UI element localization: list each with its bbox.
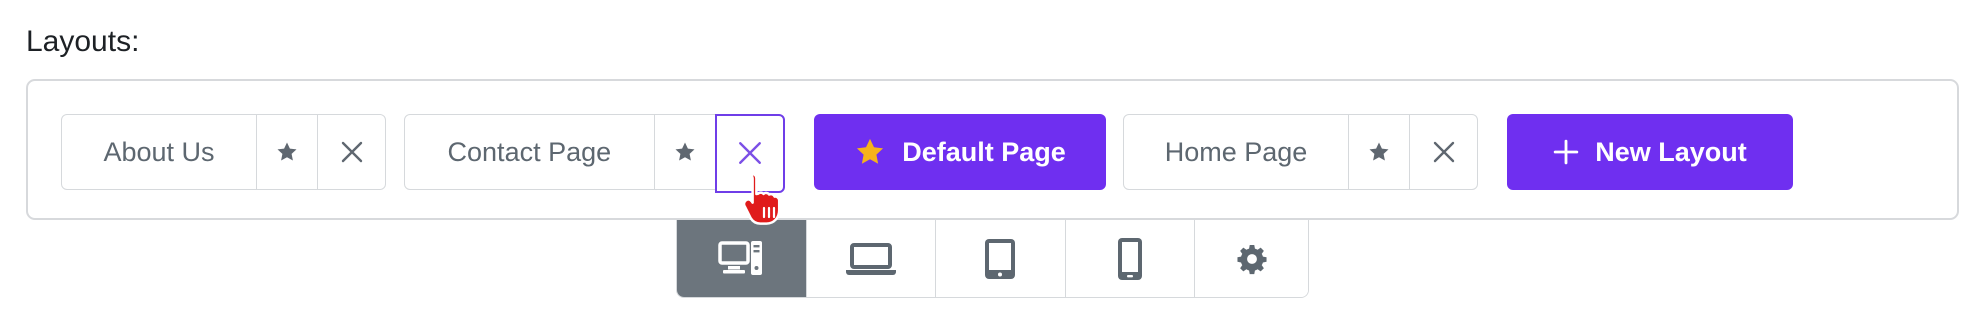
star-icon	[277, 142, 297, 161]
layout-name-button[interactable]: About Us	[62, 115, 257, 189]
close-icon	[1433, 141, 1454, 163]
close-icon	[738, 142, 761, 164]
layouts-heading: Layouts:	[26, 25, 140, 58]
set-default-button[interactable]	[257, 115, 317, 189]
layouts-panel: About Us Contact Page Default Page Home …	[26, 79, 1959, 220]
layout-item-contact-page: Contact Page	[404, 113, 785, 193]
layout-item-about-us: About Us	[61, 114, 386, 190]
tablet-view-button[interactable]	[936, 220, 1066, 297]
layout-name-button[interactable]: Contact Page	[405, 115, 655, 189]
pointer-hand-icon	[742, 172, 781, 225]
star-icon	[675, 142, 695, 161]
plus-icon	[1553, 139, 1579, 165]
desktop-view-button[interactable]	[677, 220, 807, 297]
star-icon	[857, 138, 884, 164]
close-icon	[341, 141, 362, 163]
desktop-icon	[718, 240, 763, 275]
layout-item-home-page: Home Page	[1123, 114, 1478, 190]
star-icon	[1369, 142, 1389, 161]
device-switcher	[676, 220, 1309, 298]
new-layout-button[interactable]: New Layout	[1507, 114, 1793, 190]
gear-icon	[1237, 244, 1267, 274]
layout-name-button[interactable]: Home Page	[1124, 115, 1349, 189]
delete-layout-button[interactable]	[317, 115, 385, 189]
default-layout-label: Default Page	[902, 136, 1066, 167]
delete-layout-button[interactable]	[1409, 115, 1477, 189]
laptop-view-button[interactable]	[806, 220, 937, 297]
new-layout-label: New Layout	[1595, 136, 1747, 167]
set-default-button[interactable]	[1349, 115, 1409, 189]
default-layout-button[interactable]: Default Page	[814, 114, 1106, 190]
mobile-icon	[1118, 237, 1143, 280]
mobile-view-button[interactable]	[1065, 220, 1196, 297]
laptop-icon	[845, 242, 896, 275]
settings-button[interactable]	[1195, 220, 1308, 297]
tablet-icon	[985, 238, 1016, 279]
set-default-button[interactable]	[655, 115, 715, 189]
